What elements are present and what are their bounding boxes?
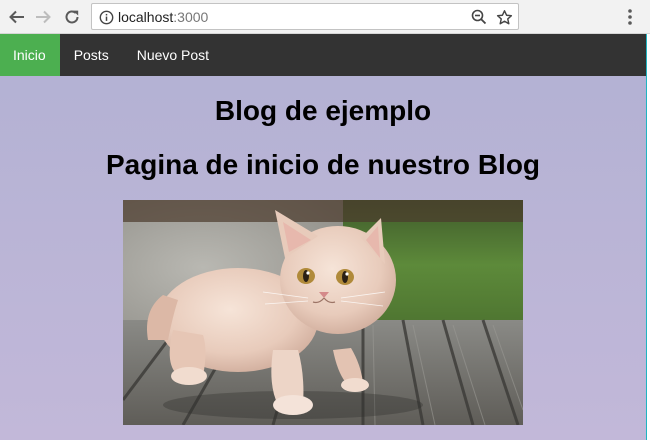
bookmark-star-icon[interactable] (494, 7, 514, 27)
page-subtitle: Pagina de inicio de nuestro Blog (105, 149, 541, 180)
reload-icon[interactable] (60, 5, 84, 29)
page-title: Blog de ejemplo (214, 95, 432, 126)
kebab-menu-icon[interactable] (620, 6, 640, 28)
kitten-photo (123, 200, 523, 425)
top-navigation: Inicio Posts Nuevo Post (0, 34, 646, 76)
zoom-out-icon[interactable] (470, 8, 488, 26)
url-host: localhost (118, 9, 174, 25)
url-text[interactable]: localhost:3000 (118, 9, 208, 25)
page-viewport: Inicio Posts Nuevo Post Blog de ejemplo … (0, 34, 646, 440)
nav-item-nuevo-post[interactable]: Nuevo Post (123, 34, 223, 76)
window-edge (646, 34, 650, 440)
nav-item-posts[interactable]: Posts (60, 34, 123, 76)
nav-item-inicio[interactable]: Inicio (0, 34, 60, 76)
info-icon[interactable] (98, 9, 114, 25)
forward-arrow-icon[interactable] (31, 5, 55, 29)
url-port: :3000 (173, 9, 209, 25)
browser-toolbar: localhost:3000 (0, 0, 650, 34)
back-arrow-icon[interactable] (5, 5, 29, 29)
address-bar[interactable]: localhost:3000 (91, 3, 519, 30)
